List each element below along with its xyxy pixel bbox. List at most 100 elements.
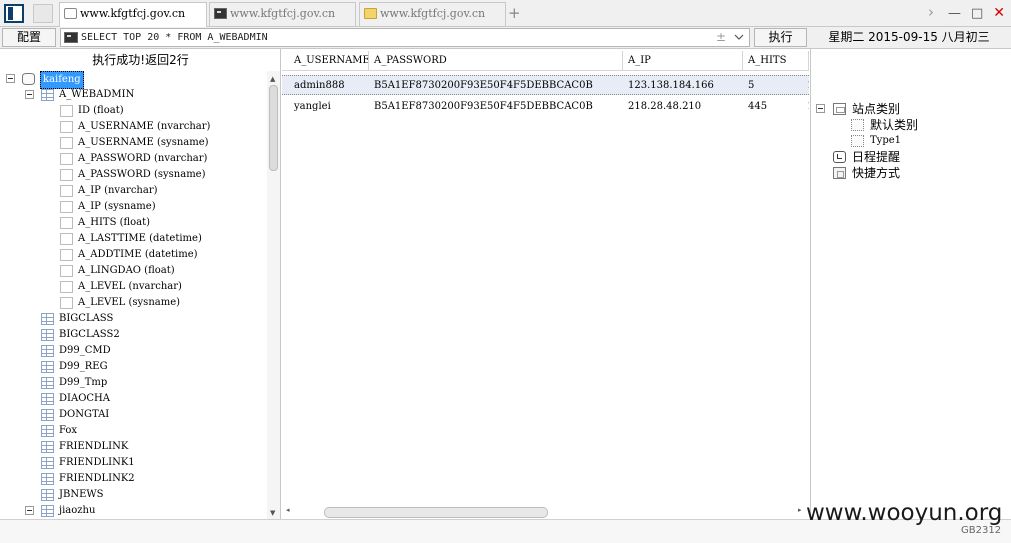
- scroll-up-icon[interactable]: ▲: [270, 75, 275, 83]
- close-button[interactable]: ✕: [993, 5, 1005, 21]
- tab-site-browser[interactable]: www.kfgtfcj.gov.cn: [59, 2, 207, 27]
- tree-item-label: A_IP (nvarchar): [78, 185, 158, 196]
- shortcut-icon: [833, 167, 846, 179]
- table-row[interactable]: yanglei B5A1EF8730200F93E50F4F5DEBBCAC0B 2…: [282, 97, 809, 117]
- table-cell[interactable]: B5A1EF8730200F93E50F4F5DEBBCAC0B: [369, 76, 623, 96]
- tree-item-label: jiaozhu: [59, 505, 96, 516]
- collapse-toggle[interactable]: [25, 506, 34, 515]
- column-header[interactable]: A_IP: [623, 51, 743, 71]
- column-icon: [60, 121, 73, 133]
- tab-bar: www.kfgtfcj.gov.cn www.kfgtfcj.gov.cn ww…: [0, 0, 1011, 27]
- table-cell[interactable]: 123.138.184.166: [623, 76, 743, 96]
- blank-tab-icon[interactable]: [33, 4, 53, 23]
- terminal-icon: [64, 32, 78, 43]
- table-icon: [41, 505, 54, 517]
- table-icon: [41, 457, 54, 469]
- table-icon: [41, 441, 54, 453]
- tree-item-label: BIGCLASS2: [59, 329, 120, 340]
- column-header[interactable]: A_HITS: [743, 51, 809, 71]
- table-row[interactable]: admin888 B5A1EF8730200F93E50F4F5DEBBCAC0B…: [282, 75, 809, 95]
- tree-item-label: A_WEBADMIN: [59, 89, 135, 100]
- table-cell[interactable]: 2: [803, 76, 809, 96]
- tree-item-label: A_USERNAME (sysname): [78, 137, 209, 148]
- scrollbar-thumb[interactable]: [269, 85, 278, 171]
- grid-horizontal-scrollbar[interactable]: ◂ ▸: [282, 505, 809, 519]
- folder-icon: [364, 8, 377, 19]
- database-tree: kaifeng A_WEBADMIN ID (float) A_USERNAME (n…: [0, 69, 266, 519]
- table-icon: [41, 89, 54, 101]
- date-display: 星期二 2015-09-15 八月初三: [828, 30, 990, 44]
- tree-item-label: D99_Tmp: [59, 377, 108, 388]
- table-icon: [41, 329, 54, 341]
- table-icon: [41, 489, 54, 501]
- table-cell[interactable]: 218.28.48.210: [623, 97, 743, 117]
- config-button[interactable]: 配置: [2, 28, 56, 47]
- sql-input[interactable]: [81, 29, 711, 46]
- table-icon: [41, 345, 54, 357]
- tree-item-label: FRIENDLINK: [59, 441, 129, 452]
- tab-site-files[interactable]: www.kfgtfcj.gov.cn: [359, 2, 506, 26]
- tree-item-label: DIAOCHA: [59, 393, 110, 404]
- tree-item-label: D99_CMD: [59, 345, 111, 356]
- tree-item-label: JBNEWS: [59, 489, 104, 500]
- scroll-right-icon[interactable]: ▸: [798, 506, 802, 514]
- table-icon: [41, 425, 54, 437]
- column-icon: [60, 265, 73, 277]
- tree-scrollbar[interactable]: ▲ ▼: [267, 71, 280, 519]
- grid-header: A_USERNAME A_PASSWORD A_IP A_HITS: [282, 51, 809, 71]
- column-header[interactable]: A_USERNAME: [289, 51, 369, 71]
- table-cell[interactable]: 445: [743, 97, 803, 117]
- tree-item-label: A_PASSWORD (nvarchar): [78, 153, 208, 164]
- collapse-toggle[interactable]: [6, 74, 15, 83]
- scrollbar-thumb[interactable]: [324, 507, 548, 518]
- column-icon: [60, 249, 73, 261]
- tree-item-label: FRIENDLINK2: [59, 473, 135, 484]
- tab-site-terminal[interactable]: www.kfgtfcj.gov.cn: [209, 2, 356, 26]
- tab-title: www.kfgtfcj.gov.cn: [80, 7, 186, 20]
- tree-item-label: A_HITS (float): [78, 217, 151, 228]
- site-category-icon: [833, 103, 846, 115]
- collapse-toggle[interactable]: [816, 104, 825, 113]
- tree-item-label: FRIENDLINK1: [59, 457, 135, 468]
- column-icon: [60, 201, 73, 213]
- column-icon: [60, 105, 73, 117]
- collapse-toggle[interactable]: [25, 90, 34, 99]
- watermark: www.wooyun.org: [806, 500, 1003, 526]
- column-icon: [60, 281, 73, 293]
- table-cell[interactable]: 2: [803, 97, 809, 117]
- app-menu-icon[interactable]: [4, 4, 24, 23]
- tree-item-label: DONGTAI: [59, 409, 110, 420]
- tree-item-label: 站点类别: [852, 102, 901, 116]
- chevron-down-icon[interactable]: [734, 30, 744, 47]
- encoding-label: GB2312: [961, 525, 1002, 536]
- column-icon: [60, 137, 73, 149]
- query-toolbar: 配置 ± 执行 星期二 2015-09-15 八月初三: [0, 27, 1011, 49]
- table-cell[interactable]: B5A1EF8730200F93E50F4F5DEBBCAC0B: [369, 97, 623, 117]
- execute-button[interactable]: 执行: [754, 28, 807, 47]
- column-header[interactable]: A_PASSWORD: [369, 51, 623, 71]
- sql-box: ±: [60, 28, 750, 47]
- scroll-left-icon[interactable]: ◂: [286, 506, 290, 514]
- clock-icon: [833, 151, 846, 163]
- results-grid: A_USERNAME A_PASSWORD A_IP A_HITS admin8…: [282, 49, 809, 519]
- tree-item-label: BIGCLASS: [59, 313, 114, 324]
- scroll-down-icon[interactable]: ▼: [270, 509, 275, 517]
- database-tree-panel: 执行成功!返回2行 kaifeng A_WEBADMIN ID (float) A_U…: [0, 49, 281, 519]
- table-cell[interactable]: 5: [743, 76, 803, 96]
- table-cell[interactable]: admin888: [289, 76, 369, 96]
- tree-item-label: A_LEVEL (sysname): [78, 297, 181, 308]
- column-icon: [60, 233, 73, 245]
- tree-item-label: Type1: [870, 135, 902, 146]
- tree-item-label: D99_REG: [59, 361, 108, 372]
- tree-item-label: 日程提醒: [852, 150, 901, 164]
- plus-minus-icon[interactable]: ±: [716, 30, 726, 44]
- table-icon: [41, 377, 54, 389]
- table-cell[interactable]: yanglei: [289, 97, 369, 117]
- tree-item-label: A_LEVEL (nvarchar): [78, 281, 182, 292]
- add-tab-button[interactable]: +: [508, 4, 521, 22]
- chevron-right-icon[interactable]: ›: [928, 3, 934, 21]
- tree-item-label: A_PASSWORD (sysname): [78, 169, 206, 180]
- page-icon: [64, 8, 77, 19]
- minimize-button[interactable]: —: [948, 6, 961, 21]
- maximize-button[interactable]: □: [971, 6, 983, 21]
